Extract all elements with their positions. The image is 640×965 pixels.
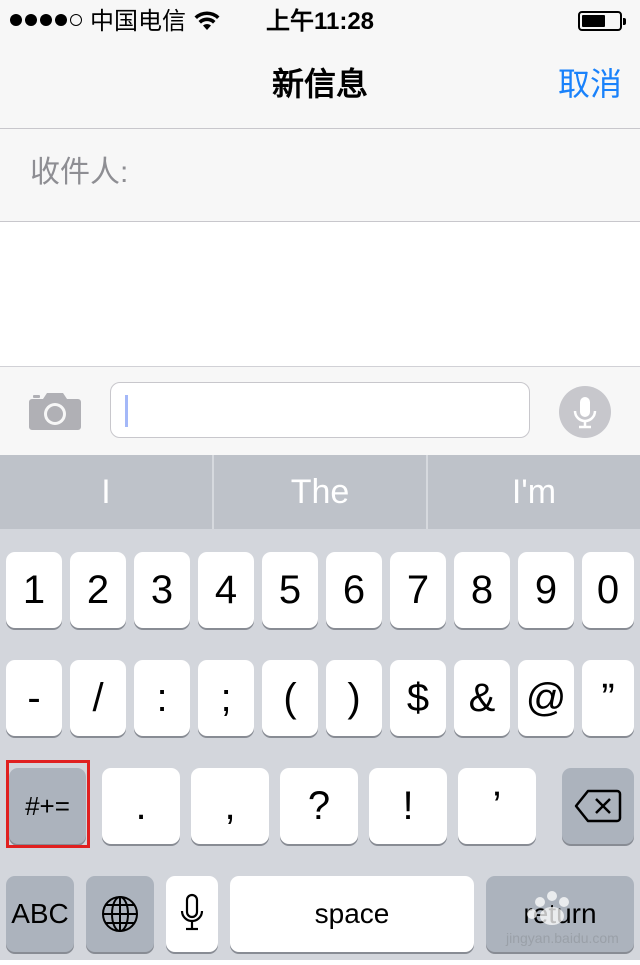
key-left-paren[interactable]: ( [262, 660, 318, 736]
battery-tip [623, 18, 626, 25]
key-slash[interactable]: / [70, 660, 126, 736]
key-at[interactable]: @ [518, 660, 574, 736]
status-time: 上午11:28 [265, 8, 375, 35]
backspace-icon [574, 789, 622, 823]
key-6[interactable]: 6 [326, 552, 382, 628]
watermark-site-text: jingyan.baidu.com [506, 930, 619, 946]
key-8[interactable]: 8 [454, 552, 510, 628]
recipient-label: 收件人: [30, 156, 129, 189]
key-apostrophe[interactable]: ’ [458, 768, 536, 844]
baidu-jingyan-watermark-logo [527, 891, 569, 925]
key-dollar[interactable]: $ [390, 660, 446, 736]
message-thread-area [0, 222, 640, 367]
predictive-suggestion-bar: I The I'm [0, 455, 640, 529]
suggestion-item[interactable]: The [214, 455, 426, 529]
space-key[interactable]: space [230, 876, 474, 952]
key-5[interactable]: 5 [262, 552, 318, 628]
key-quote[interactable]: ” [582, 660, 634, 736]
suggestion-item[interactable]: I [0, 455, 212, 529]
text-cursor [125, 395, 128, 427]
key-exclamation[interactable]: ! [369, 768, 447, 844]
globe-key[interactable] [86, 876, 154, 952]
cancel-button[interactable]: 取消 [558, 64, 622, 104]
status-bar: 中国电信 上午11:28 [0, 0, 640, 44]
dictation-button[interactable] [559, 386, 611, 438]
key-period[interactable]: . [102, 768, 180, 844]
key-0[interactable]: 0 [582, 552, 634, 628]
microphone-icon [573, 397, 597, 429]
message-input[interactable] [110, 382, 530, 438]
key-comma[interactable]: , [191, 768, 269, 844]
navigation-bar: 新信息 取消 [0, 44, 640, 129]
backspace-key[interactable] [562, 768, 634, 844]
battery-fill [582, 15, 605, 27]
page-title: 新信息 [271, 66, 368, 102]
camera-icon[interactable] [28, 391, 82, 431]
key-9[interactable]: 9 [518, 552, 574, 628]
abc-key[interactable]: ABC [6, 876, 74, 952]
key-4[interactable]: 4 [198, 552, 254, 628]
key-colon[interactable]: : [134, 660, 190, 736]
battery-icon [578, 11, 626, 31]
key-question[interactable]: ? [280, 768, 358, 844]
key-semicolon[interactable]: ; [198, 660, 254, 736]
key-hyphen[interactable]: - [6, 660, 62, 736]
key-ampersand[interactable]: & [454, 660, 510, 736]
key-2[interactable]: 2 [70, 552, 126, 628]
globe-icon [102, 896, 138, 932]
suggestion-item[interactable]: I'm [428, 455, 640, 529]
key-3[interactable]: 3 [134, 552, 190, 628]
recipient-field[interactable]: 收件人: [0, 129, 640, 222]
key-7[interactable]: 7 [390, 552, 446, 628]
highlight-annotation [6, 760, 90, 848]
key-1[interactable]: 1 [6, 552, 62, 628]
microphone-icon [180, 893, 204, 931]
dictation-key[interactable] [166, 876, 218, 952]
compose-bar [0, 367, 640, 455]
key-right-paren[interactable]: ) [326, 660, 382, 736]
